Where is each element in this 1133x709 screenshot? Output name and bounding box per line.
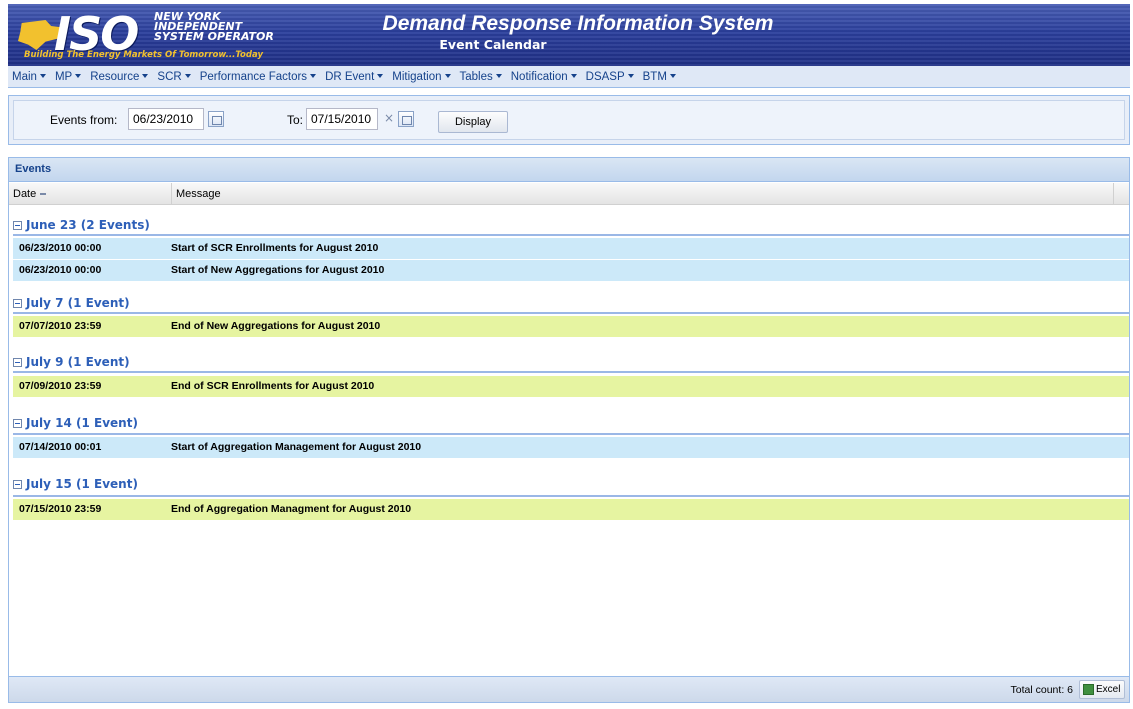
group-header[interactable]: July 15 (1 Event) (13, 475, 138, 493)
logo-org-line: SYSTEM OPERATOR (154, 30, 274, 43)
event-message: Start of SCR Enrollments for August 2010 (171, 242, 379, 254)
menu-scr[interactable]: SCR (157, 71, 191, 83)
event-message: Start of Aggregation Management for Augu… (171, 441, 422, 453)
clear-icon[interactable]: × (384, 111, 394, 125)
group-divider (13, 433, 1129, 435)
events-from-label: Events from: (50, 113, 118, 127)
date-filter-panel: Events from: 06/23/2010 To: 07/15/2010 ×… (8, 95, 1130, 145)
page-title: Event Calendar (439, 37, 547, 52)
excel-button-label: Excel (1096, 684, 1121, 695)
table-row[interactable]: 07/07/2010 23:59 End of New Aggregations… (13, 316, 1129, 337)
event-date: 07/07/2010 23:59 (19, 320, 102, 332)
event-date: 06/23/2010 00:00 (19, 242, 102, 254)
chevron-down-icon (627, 74, 634, 79)
event-message: End of Aggregation Managment for August … (171, 503, 412, 515)
display-button[interactable]: Display (438, 111, 508, 133)
table-row[interactable]: 07/09/2010 23:59 End of SCR Enrollments … (13, 376, 1129, 397)
menu-performance-factors[interactable]: Performance Factors (200, 71, 317, 83)
chevron-down-icon (495, 74, 502, 79)
column-header-message[interactable]: Message (172, 183, 1114, 205)
to-date-field[interactable]: 07/15/2010 (306, 108, 378, 130)
event-date: 07/09/2010 23:59 (19, 380, 102, 392)
menu-dsasp[interactable]: DSASP (586, 71, 634, 83)
group-divider (13, 371, 1129, 373)
calendar-icon[interactable] (398, 111, 414, 127)
chevron-down-icon (39, 74, 46, 79)
event-message: Start of New Aggregations for August 201… (171, 264, 385, 276)
chevron-down-icon (184, 74, 191, 79)
event-date: 07/15/2010 23:59 (19, 503, 102, 515)
chevron-down-icon (570, 74, 577, 79)
collapse-icon[interactable] (13, 299, 22, 308)
menu-tables[interactable]: Tables (460, 71, 502, 83)
group-header[interactable]: July 14 (1 Event) (13, 414, 138, 432)
nyiso-logo[interactable]: ISO NEW YORK INDEPENDENT SYSTEM OPERATOR… (18, 10, 318, 62)
collapse-icon[interactable] (13, 221, 22, 230)
sort-asc-icon (40, 193, 47, 196)
grid-header: Events (9, 158, 1129, 182)
table-row[interactable]: 06/23/2010 00:00 Start of SCR Enrollment… (13, 238, 1129, 259)
chevron-down-icon (444, 74, 451, 79)
main-menu-bar: Main MP Resource SCR Performance Factors… (8, 66, 1130, 88)
table-row[interactable]: 07/15/2010 23:59 End of Aggregation Mana… (13, 499, 1129, 520)
to-date-label: To: (287, 113, 304, 127)
group-header[interactable]: July 9 (1 Event) (13, 353, 130, 371)
table-row[interactable]: 07/14/2010 00:01 Start of Aggregation Ma… (13, 437, 1129, 458)
date-filter-form: Events from: 06/23/2010 To: 07/15/2010 ×… (13, 100, 1125, 140)
menu-mitigation[interactable]: Mitigation (392, 71, 451, 83)
group-header[interactable]: June 23 (2 Events) (13, 216, 150, 234)
menu-notification[interactable]: Notification (511, 71, 577, 83)
event-date: 07/14/2010 00:01 (19, 441, 102, 453)
group-divider (13, 495, 1129, 497)
chevron-down-icon (310, 74, 317, 79)
menu-resource[interactable]: Resource (90, 71, 149, 83)
group-divider (13, 234, 1129, 236)
menu-main[interactable]: Main (12, 71, 46, 83)
excel-icon (1083, 684, 1094, 695)
events-from-date-field[interactable]: 06/23/2010 (128, 108, 204, 130)
table-row[interactable]: 06/23/2010 00:00 Start of New Aggregatio… (13, 260, 1129, 281)
grid-title: Events (15, 163, 52, 175)
collapse-icon[interactable] (13, 480, 22, 489)
group-header[interactable]: July 7 (1 Event) (13, 294, 130, 312)
collapse-icon[interactable] (13, 419, 22, 428)
total-count: Total count: 6 (1010, 684, 1073, 696)
calendar-icon[interactable] (208, 111, 224, 127)
column-header-date[interactable]: Date (9, 183, 172, 205)
logo-tagline: Building The Energy Markets Of Tomorrow.… (24, 50, 263, 60)
event-date: 06/23/2010 00:00 (19, 264, 102, 276)
app-title: Demand Response Information System (382, 12, 774, 35)
collapse-icon[interactable] (13, 358, 22, 367)
chevron-down-icon (75, 74, 82, 79)
grid-footer: Total count: 6 Excel (9, 676, 1129, 702)
column-header-row: Date Message (9, 183, 1129, 205)
chevron-down-icon (377, 74, 384, 79)
header-banner: ISO NEW YORK INDEPENDENT SYSTEM OPERATOR… (8, 4, 1130, 66)
logo-org-name: NEW YORK INDEPENDENT SYSTEM OPERATOR (154, 11, 274, 43)
event-message: End of New Aggregations for August 2010 (171, 320, 381, 332)
events-grid: Events Date Message June 23 (2 Events) 0… (8, 157, 1130, 703)
menu-mp[interactable]: MP (55, 71, 82, 83)
group-divider (13, 312, 1129, 314)
chevron-down-icon (142, 74, 149, 79)
chevron-down-icon (669, 74, 676, 79)
menu-btm[interactable]: BTM (643, 71, 676, 83)
event-message: End of SCR Enrollments for August 2010 (171, 380, 375, 392)
export-excel-button[interactable]: Excel (1079, 680, 1125, 699)
menu-dr-event[interactable]: DR Event (325, 71, 384, 83)
